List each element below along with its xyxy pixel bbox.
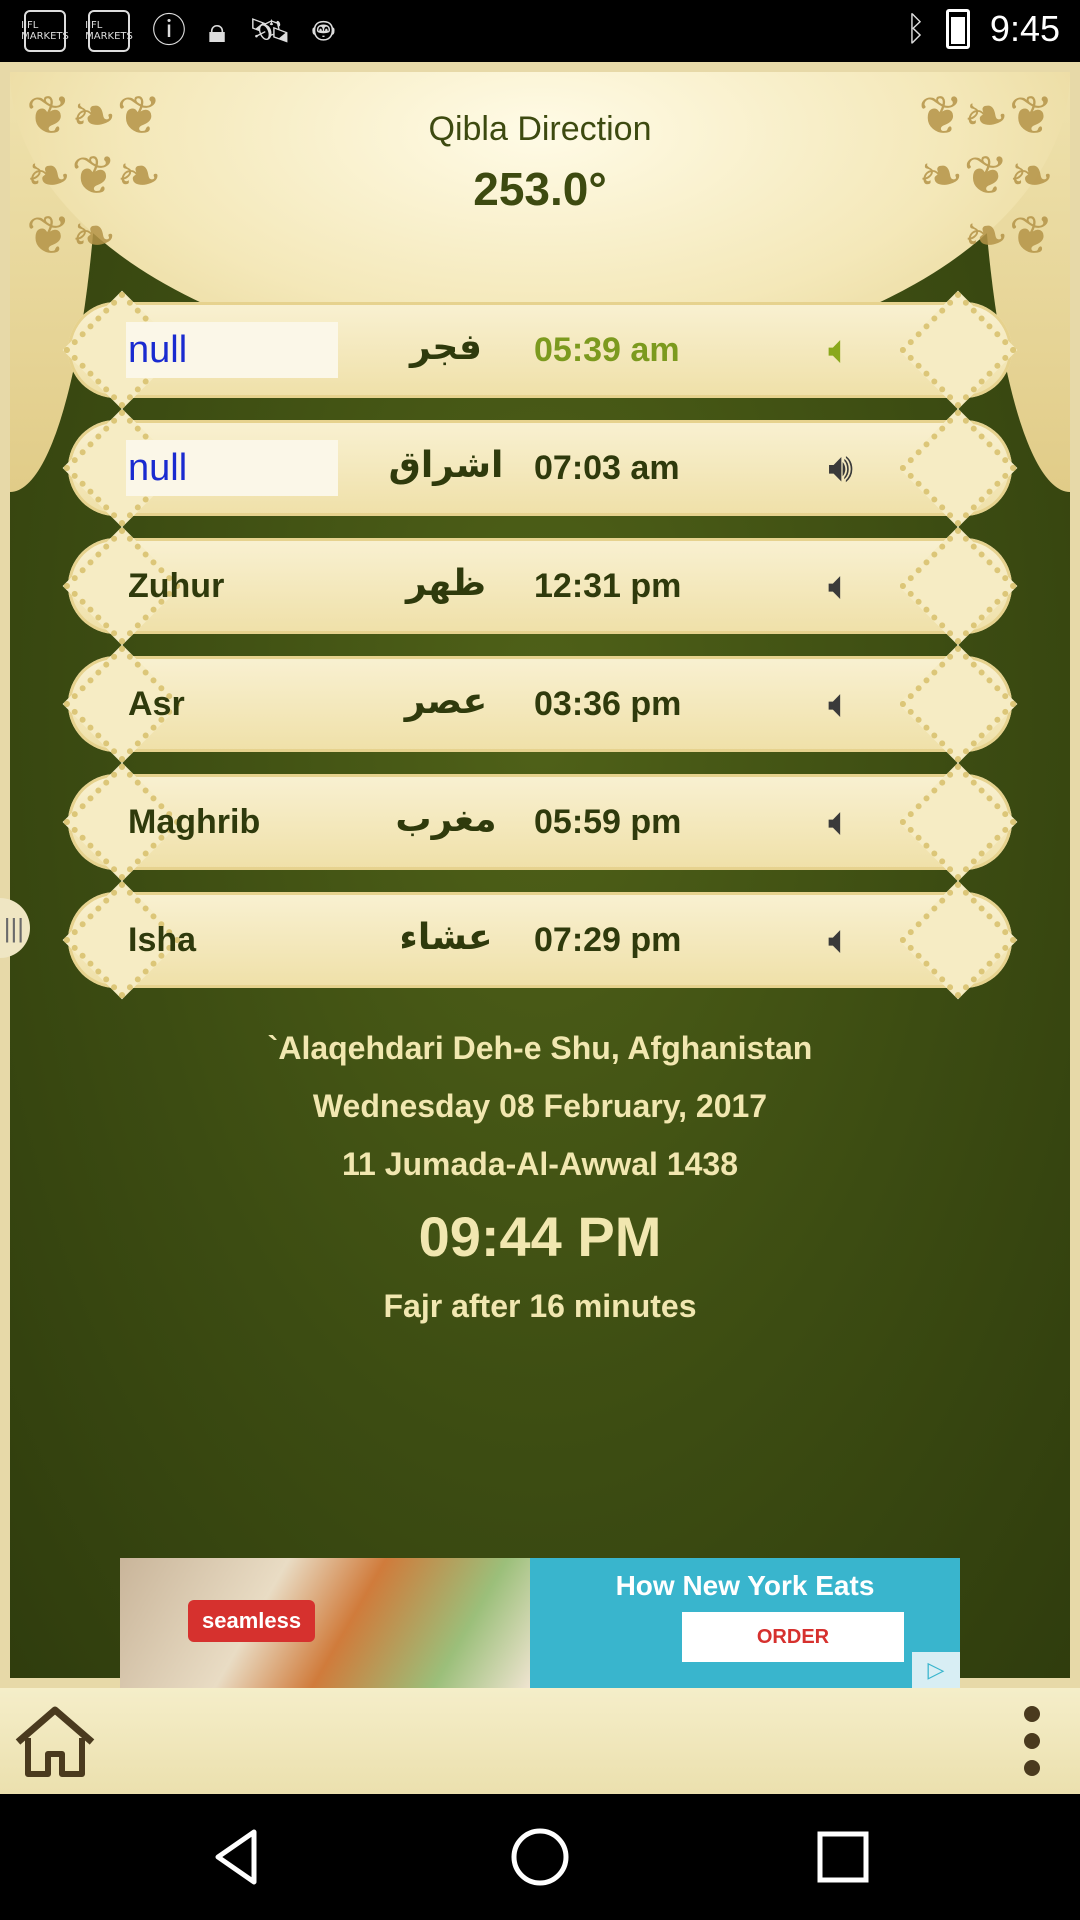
prayer-arabic-name: فجر — [410, 327, 482, 368]
prayer-row-fajr[interactable]: null فجر 05:39 am 🔈︎ — [62, 290, 1018, 410]
battery-icon — [945, 9, 970, 49]
speaker-muted-icon[interactable]: 🔈︎ — [828, 674, 908, 734]
system-navigation-bar — [0, 1794, 1080, 1920]
location-text: `Alaqehdari Deh-e Shu, Afghanistan — [267, 1030, 813, 1066]
prayer-row-ishraq[interactable]: null اشراق 07:03 am 🔊︎ — [62, 408, 1018, 528]
info-icon: ⓘ — [152, 11, 186, 51]
speaker-muted-icon[interactable]: 🔈︎ — [828, 792, 908, 852]
ad-headline: How New York Eats — [615, 1570, 875, 1601]
speaker-muted-icon[interactable]: 🔈︎ — [828, 320, 908, 380]
home-icon[interactable] — [12, 1704, 98, 1780]
qibla-value: 253.0° — [473, 163, 607, 215]
prayer-name: Asr — [128, 685, 185, 723]
prayer-row-zuhur[interactable]: Zuhur ظهر 12:31 pm 🔈︎ — [62, 526, 1018, 646]
satellite-icon: 🛰︎ — [248, 11, 292, 51]
prayer-times-screen: ❦❧❦ ❧❦❧ ❦❧ ❦❧❦ ❧❦❧ ❧❦ Qibla Direction 25… — [0, 62, 1080, 1688]
prayer-time: 03:36 pm — [534, 685, 682, 723]
back-icon[interactable] — [204, 1824, 270, 1890]
bluetooth-icon: ᛒ — [905, 9, 926, 49]
ad-banner[interactable]: seamless How New York Eats ORDER ▷ — [120, 1558, 960, 1688]
prayer-time: 05:39 am — [534, 331, 680, 369]
prayer-arabic-name: عصر — [404, 681, 488, 722]
prayer-time: 12:31 pm — [534, 567, 682, 605]
hijri-date: 11 Jumada-Al-Awwal 1438 — [341, 1146, 739, 1182]
status-time: 9:45 — [989, 8, 1060, 49]
ad-brand-logo: seamless — [188, 1600, 316, 1642]
current-time: 09:44 PM — [418, 1205, 662, 1268]
ad-choices-icon[interactable]: ▷ — [912, 1652, 960, 1688]
prayer-name: null — [126, 322, 338, 378]
speaker-muted-icon[interactable]: 🔈︎ — [828, 556, 908, 616]
status-bar: IIFL MARKETS IIFL MARKETS ⓘ 🔒︎ 🛰︎ 🤖︎ ᛒ 9… — [0, 0, 1080, 62]
next-prayer-countdown: Fajr after 16 minutes — [383, 1288, 697, 1324]
prayer-arabic-name: مغرب — [395, 799, 497, 840]
lock-icon: 🔒︎ — [208, 11, 227, 51]
system-icons: ᛒ 9:45 — [906, 8, 1060, 50]
iifl-markets-icon: IIFL MARKETS — [85, 10, 133, 52]
prayer-time: 07:29 pm — [534, 921, 682, 959]
prayer-arabic-name: اشراق — [388, 445, 504, 486]
bottom-toolbar — [0, 1688, 1080, 1794]
prayer-time: 05:59 pm — [534, 803, 682, 841]
ad-order-button[interactable]: ORDER — [682, 1612, 904, 1662]
prayer-time: 07:03 am — [534, 449, 680, 487]
speaker-loud-icon[interactable]: 🔊︎ — [828, 438, 908, 498]
iifl-markets-icon: IIFL MARKETS — [21, 10, 69, 52]
prayer-name: Isha — [128, 921, 197, 959]
prayer-name: Maghrib — [128, 803, 261, 841]
android-icon: 🤖︎ — [313, 11, 334, 51]
gregorian-date: Wednesday 08 February, 2017 — [312, 1088, 768, 1124]
prayer-row-maghrib[interactable]: Maghrib مغرب 05:59 pm 🔈︎ — [62, 762, 1018, 882]
ad-food-image — [120, 1558, 530, 1688]
prayer-row-asr[interactable]: Asr عصر 03:36 pm 🔈︎ — [62, 644, 1018, 764]
prayer-name: Zuhur — [128, 567, 225, 605]
notification-icons: IIFL MARKETS IIFL MARKETS ⓘ 🔒︎ 🛰︎ 🤖︎ — [21, 10, 334, 52]
recents-icon[interactable] — [810, 1824, 876, 1890]
prayer-arabic-name: عشاء — [399, 917, 493, 958]
speaker-muted-icon[interactable]: 🔈︎ — [828, 910, 908, 970]
prayer-row-isha[interactable]: Isha عشاء 07:29 pm 🔈︎ — [62, 880, 1018, 1000]
overflow-menu-icon[interactable] — [1014, 1706, 1050, 1776]
prayer-arabic-name: ظهر — [405, 563, 487, 604]
qibla-title: Qibla Direction — [428, 110, 652, 148]
prayer-name: null — [126, 440, 338, 496]
home-nav-icon[interactable] — [507, 1824, 573, 1890]
